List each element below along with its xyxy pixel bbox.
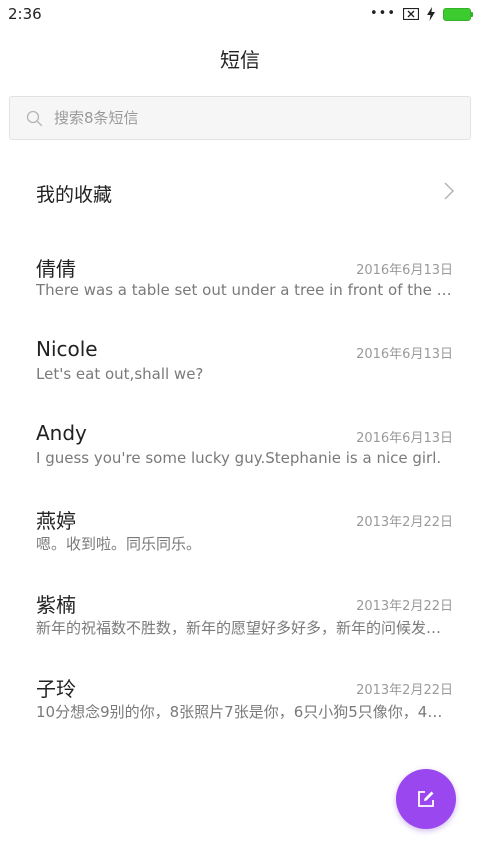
conversation-item[interactable]: Nicole 2016年6月13日 Let's eat out,shall we… — [0, 324, 480, 408]
message-preview: There was a table set out under a tree i… — [36, 281, 452, 299]
message-preview: I guess you're some lucky guy.Stephanie … — [36, 449, 442, 467]
charging-bolt-icon — [427, 7, 435, 21]
battery-icon — [443, 7, 473, 21]
favorites-row[interactable]: 我的收藏 — [0, 168, 480, 218]
status-bar: 2:36 ••• — [0, 0, 480, 28]
compose-icon — [418, 791, 434, 807]
compose-button[interactable] — [396, 769, 456, 829]
chevron-right-icon — [444, 182, 454, 200]
status-time: 2:36 — [8, 5, 42, 23]
message-date: 2013年2月22日 — [356, 515, 453, 530]
message-preview: 10分想念9别的你，8张照片7张是你，6只小狗5只像你，4季都在想你 — [36, 703, 452, 721]
message-date: 2016年6月13日 — [356, 263, 453, 278]
search-input[interactable] — [54, 97, 454, 139]
message-preview: 新年的祝福数不胜数，新年的愿望好多好多，新年的问候发自内心 — [36, 619, 452, 637]
message-date: 2016年6月13日 — [356, 431, 453, 446]
contact-name: 燕婷 — [36, 509, 76, 533]
conversation-item[interactable]: 紫楠 2013年2月22日 新年的祝福数不胜数，新年的愿望好多好多，新年的问候发… — [0, 576, 480, 660]
conversation-item[interactable]: 子玲 2013年2月22日 10分想念9别的你，8张照片7张是你，6只小狗5只像… — [0, 660, 480, 744]
message-preview: Let's eat out,shall we? — [36, 365, 204, 383]
conversation-item[interactable]: 倩倩 2016年6月13日 There was a table set out … — [0, 240, 480, 324]
message-date: 2013年2月22日 — [356, 599, 453, 614]
notification-dots-icon: ••• — [369, 6, 396, 21]
message-date: 2016年6月13日 — [356, 347, 453, 362]
conversation-list: 倩倩 2016年6月13日 There was a table set out … — [0, 240, 480, 744]
search-box[interactable] — [9, 96, 471, 140]
status-icons: ••• — [370, 6, 473, 22]
contact-name: 紫楠 — [36, 593, 76, 617]
message-preview: 嗯。收到啦。同乐同乐。 — [36, 535, 202, 553]
contact-name: Nicole — [36, 337, 98, 361]
search-icon — [26, 110, 43, 127]
contact-name: Andy — [36, 421, 87, 445]
favorites-label: 我的收藏 — [36, 184, 113, 206]
no-sim-icon — [403, 8, 419, 20]
conversation-item[interactable]: Andy 2016年6月13日 I guess you're some luck… — [0, 408, 480, 492]
message-date: 2013年2月22日 — [356, 683, 453, 698]
contact-name: 子玲 — [36, 677, 76, 701]
conversation-item[interactable]: 燕婷 2013年2月22日 嗯。收到啦。同乐同乐。 — [0, 492, 480, 576]
page-title: 短信 — [220, 48, 260, 72]
contact-name: 倩倩 — [36, 257, 76, 281]
